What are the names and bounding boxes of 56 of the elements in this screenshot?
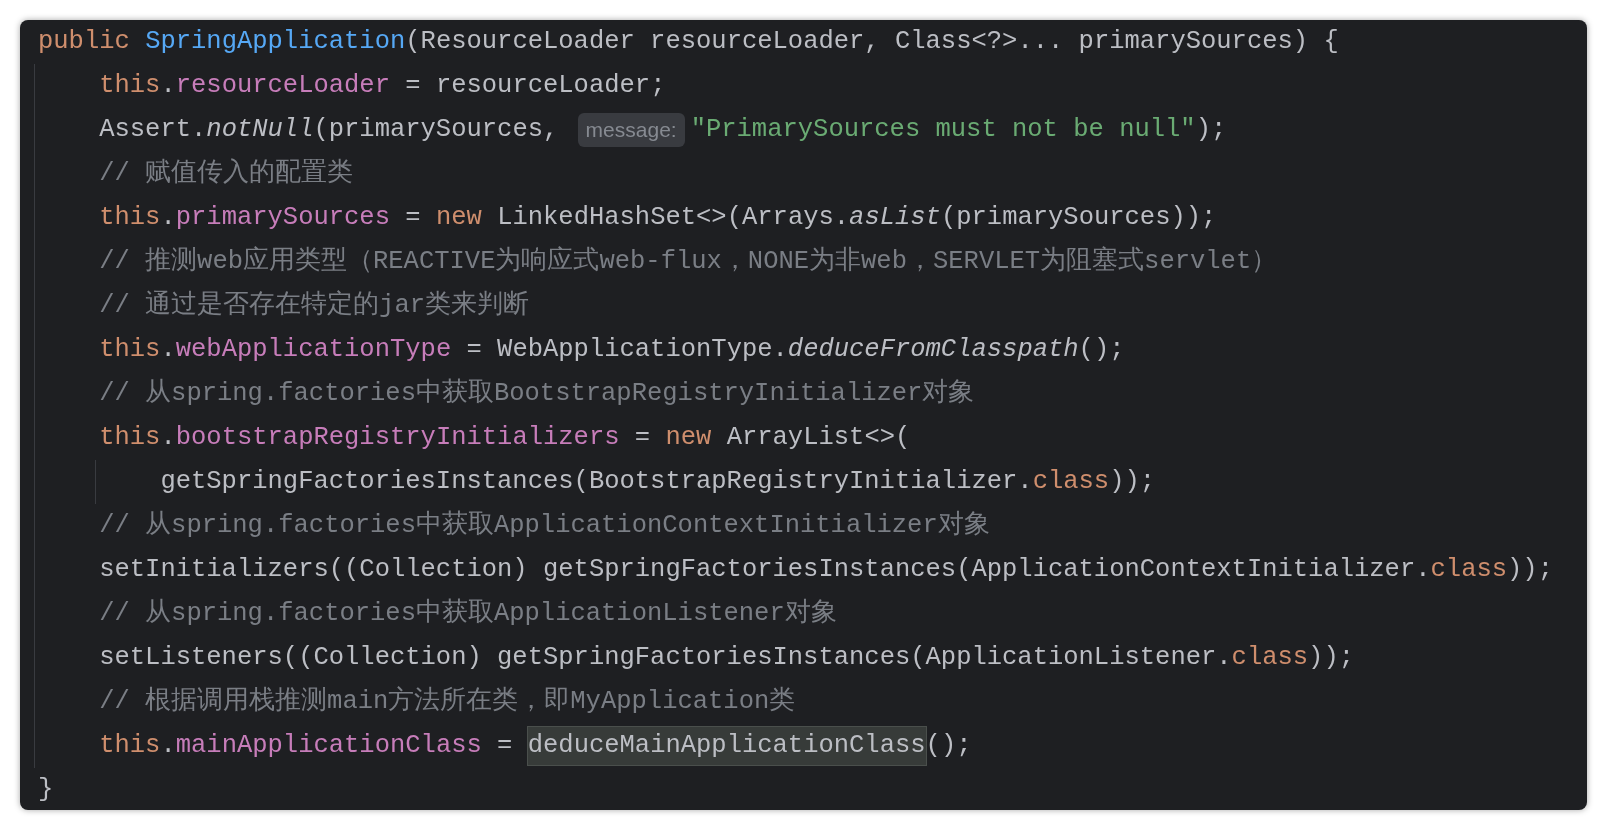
keyword: public (38, 25, 131, 58)
code-text: setListeners((Collection) getSpringFactoriesInstances(ApplicationListener. (99, 641, 1232, 674)
code-text: = resourceLoader; (404, 69, 666, 102)
code-text: ArrayList<>( (725, 421, 911, 454)
code-comment: // 根据调用栈推测main方法所在类，即MyApplication类 (99, 685, 796, 718)
field-name: bootstrapRegistryInitializers (175, 421, 620, 454)
method-name: SpringApplication (145, 25, 406, 58)
field-name: resourceLoader (175, 69, 390, 102)
code-text: )); (1507, 553, 1553, 586)
parameter-hint: message: (577, 113, 685, 147)
code-comment: // 从spring.factories中获取BootstrapRegistryInitializer对象 (99, 377, 975, 410)
code-text: getSpringFactoriesInstances(BootstrapRegistryInitializer. (160, 465, 1033, 498)
code-text: = WebApplicationType. (465, 333, 788, 366)
code-comment: // 通过是否存在特定的jar类来判断 (99, 289, 530, 322)
keyword: new (665, 421, 712, 454)
field-name: primarySources (175, 201, 390, 234)
keyword: this (99, 201, 161, 234)
code-text: LinkedHashSet<>(Arrays. (496, 201, 850, 234)
code-text: (ResourceLoader resourceLoader, Class<?>... primarySources) { (405, 25, 1339, 58)
keyword: class (1430, 553, 1508, 586)
keyword: this (99, 333, 161, 366)
keyword: this (99, 729, 161, 762)
keyword: class (1032, 465, 1110, 498)
code-text: } (38, 773, 54, 806)
code-text: = (633, 421, 652, 454)
keyword: this (99, 421, 161, 454)
field-name: mainApplicationClass (175, 729, 482, 762)
code-text: . (160, 201, 176, 234)
field-name: webApplicationType (175, 333, 452, 366)
code-comment: // 推测web应用类型（REACTIVE为响应式web-flux，NONE为非web，SERVLET为阻塞式servlet） (99, 245, 1278, 278)
code-text: . (160, 729, 176, 762)
keyword: this (99, 69, 161, 102)
code-text: (); (925, 729, 972, 762)
highlighted-identifier: deduceMainApplicationClass (527, 726, 926, 766)
string-literal: "PrimarySources must not be null" (690, 113, 1196, 146)
method-call: notNull (206, 113, 314, 146)
code-comment: // 赋值传入的配置类 (99, 157, 354, 190)
code-text: . (160, 421, 176, 454)
code-text: )); (1308, 641, 1355, 674)
code-text: setInitializers((Collection) getSpringFactoriesInstances(ApplicationContextInitializer. (99, 553, 1431, 586)
code-comment: // 从spring.factories中获取ApplicationContextInitializer对象 (99, 509, 990, 542)
code-text: = (496, 729, 514, 762)
keyword: class (1231, 641, 1309, 674)
method-call: deduceFromClasspath (787, 333, 1079, 366)
method-call: asList (849, 201, 941, 234)
code-text: Assert. (99, 113, 207, 146)
code-text: (); (1078, 333, 1125, 366)
code-text: (primarySources, (313, 113, 560, 146)
code-text: . (160, 69, 176, 102)
code-comment: // 从spring.factories中获取ApplicationListener对象 (99, 597, 837, 630)
code-text: )); (1109, 465, 1156, 498)
keyword: new (435, 201, 482, 234)
code-text: ); (1195, 113, 1227, 146)
code-text: (primarySources)); (940, 201, 1217, 234)
code-text: . (160, 333, 176, 366)
code-text: = (404, 201, 422, 234)
